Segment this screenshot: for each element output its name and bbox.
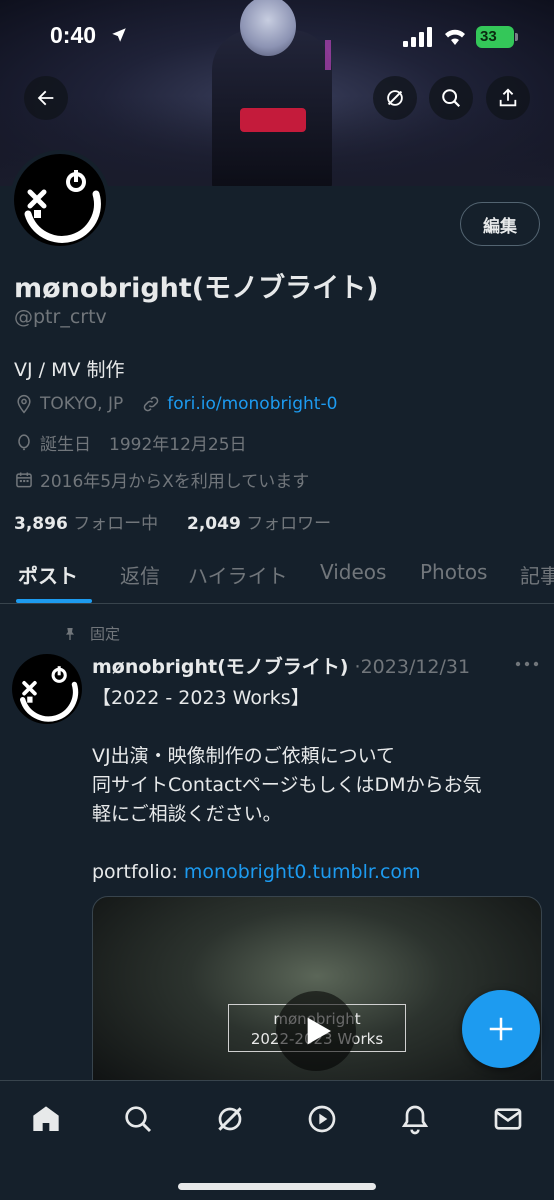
pin-icon bbox=[66, 627, 74, 640]
monobright-logo-icon bbox=[19, 666, 79, 722]
tab-articles[interactable]: 記事 bbox=[520, 560, 554, 589]
banner-figure-scarf bbox=[240, 108, 306, 132]
nav-videos[interactable] bbox=[304, 1101, 340, 1137]
followers-label: フォロワー bbox=[246, 514, 332, 534]
portfolio-link[interactable]: monobright0.tumblr.com bbox=[184, 861, 421, 883]
post-line-4: 軽にご相談ください。 bbox=[92, 803, 282, 825]
follow-stats: 3,896 フォロー中 2,049 フォロワー bbox=[14, 509, 331, 534]
tab-posts[interactable]: ポスト bbox=[18, 560, 78, 589]
profile-location: TOKYO, JP bbox=[40, 394, 124, 414]
profile-website-link[interactable]: fori.io/monobright-0 bbox=[167, 394, 337, 414]
tab-highlights[interactable]: ハイライト bbox=[188, 560, 288, 589]
profile-birthday: 1992年12月25日 bbox=[109, 435, 247, 455]
search-icon bbox=[442, 89, 461, 108]
back-button[interactable] bbox=[24, 76, 68, 120]
profile-joined: 2016年5月からXを利用しています bbox=[40, 472, 310, 492]
profile-tabs: ポスト 返信 ハイライト Videos Photos 記事 bbox=[0, 548, 554, 604]
grok-icon bbox=[218, 1107, 242, 1131]
grok-button[interactable] bbox=[373, 76, 417, 120]
home-icon bbox=[33, 1106, 59, 1131]
following-label: フォロー中 bbox=[73, 514, 159, 534]
nav-notifications[interactable] bbox=[397, 1101, 433, 1137]
post-date[interactable]: 2023/12/31 bbox=[361, 656, 471, 678]
share-button[interactable] bbox=[486, 76, 530, 120]
home-indicator bbox=[178, 1183, 376, 1190]
arrow-left-icon bbox=[37, 90, 54, 106]
monobright-logo-icon bbox=[24, 170, 101, 243]
mail-icon bbox=[494, 1108, 522, 1130]
status-bar: 0:40 33 bbox=[0, 0, 554, 74]
following-link[interactable]: 3,896 フォロー中 bbox=[14, 514, 158, 534]
post-header: mønobright(モノブライト) ·2023/12/31 bbox=[92, 652, 470, 679]
post-body: 【2022 - 2023 Works】 VJ出演・映像制作のご依頼について同サイト… bbox=[92, 684, 542, 887]
pinned-text: 固定 bbox=[90, 625, 121, 643]
cellular-signal-icon bbox=[403, 27, 432, 47]
play-circle-icon bbox=[308, 1105, 336, 1133]
balloon-icon bbox=[18, 433, 30, 450]
search-icon bbox=[125, 1106, 152, 1133]
profile-handle: @ptr_crtv bbox=[14, 306, 107, 328]
bottom-navigation bbox=[0, 1080, 554, 1200]
search-button[interactable] bbox=[429, 76, 473, 120]
share-icon bbox=[499, 88, 517, 107]
birthday-label: 誕生日 bbox=[40, 435, 91, 455]
grok-icon bbox=[387, 90, 403, 106]
portfolio-label: portfolio: bbox=[92, 861, 184, 883]
profile-meta-row-3: 2016年5月からXを利用しています bbox=[14, 467, 309, 492]
profile-meta-row-1: TOKYO, JP fori.io/monobright-0 bbox=[14, 394, 337, 414]
tab-videos[interactable]: Videos bbox=[320, 560, 386, 584]
followers-link[interactable]: 2,049 フォロワー bbox=[187, 514, 331, 534]
profile-avatar[interactable] bbox=[10, 150, 110, 250]
post-author-name[interactable]: mønobright(モノブライト) bbox=[92, 656, 349, 678]
link-icon bbox=[143, 396, 159, 412]
post-video[interactable]: mønobright 2022-2023 Works bbox=[92, 896, 542, 1096]
following-count: 3,896 bbox=[14, 514, 68, 534]
play-icon bbox=[307, 1017, 331, 1045]
location-arrow-icon bbox=[112, 28, 126, 42]
pinned-label: 固定 bbox=[62, 623, 120, 644]
location-pin-icon bbox=[17, 394, 31, 414]
calendar-icon bbox=[16, 472, 32, 487]
tab-photos[interactable]: Photos bbox=[420, 560, 487, 584]
followers-count: 2,049 bbox=[187, 514, 241, 534]
nav-grok[interactable] bbox=[212, 1101, 248, 1137]
post-line-3: 同サイトContactページもしくはDMからお気 bbox=[92, 774, 482, 796]
profile-meta-row-2: 誕生日 1992年12月25日 bbox=[14, 430, 247, 455]
battery-level: 33 bbox=[480, 28, 497, 45]
bell-icon bbox=[401, 1105, 429, 1135]
play-button[interactable] bbox=[276, 991, 356, 1071]
tab-replies[interactable]: 返信 bbox=[120, 560, 160, 589]
edit-profile-button[interactable]: 編集 bbox=[460, 202, 540, 246]
post-line-2: VJ出演・映像制作のご依頼について bbox=[92, 745, 396, 767]
post-line-1: 【2022 - 2023 Works】 bbox=[92, 687, 310, 709]
profile-bio: VJ / MV 制作 bbox=[14, 359, 125, 381]
status-time: 0:40 bbox=[50, 22, 97, 48]
more-options-icon[interactable] bbox=[514, 656, 540, 672]
avatar-logo bbox=[14, 154, 106, 246]
active-tab-indicator bbox=[16, 599, 92, 603]
profile-name: mønobright(モノブライト) bbox=[14, 273, 379, 304]
nav-search[interactable] bbox=[120, 1101, 156, 1137]
compose-post-button[interactable] bbox=[462, 990, 540, 1068]
nav-messages[interactable] bbox=[490, 1101, 526, 1137]
wifi-icon bbox=[445, 29, 465, 45]
nav-home[interactable] bbox=[28, 1101, 64, 1137]
post-author-avatar[interactable] bbox=[12, 654, 82, 724]
battery-indicator: 33 bbox=[476, 26, 518, 48]
plus-icon bbox=[489, 1017, 513, 1041]
